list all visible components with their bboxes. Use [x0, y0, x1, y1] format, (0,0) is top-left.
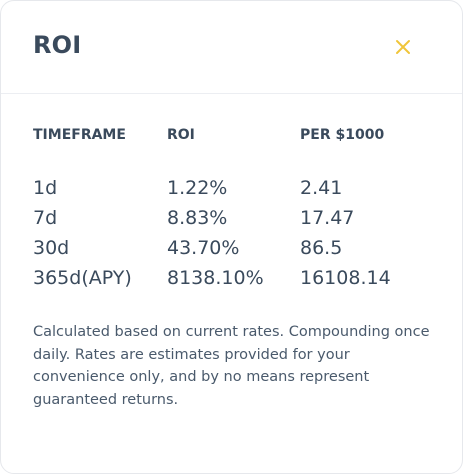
per-1000-cell: 16108.14 — [300, 267, 391, 289]
per-1000-cell: 2.41 — [300, 177, 343, 199]
table-header-row: TIMEFRAME ROI PER $1000 — [33, 125, 433, 175]
timeframe-cell: 1d — [33, 177, 58, 199]
roi-cell: 43.70% — [167, 237, 240, 259]
timeframe-cell: 365d(APY) — [33, 267, 132, 289]
close-button[interactable] — [389, 33, 417, 61]
modal-title: ROI — [33, 31, 82, 59]
roi-modal: ROI TIMEFRAME ROI PER $1000 1d 1.22% 2.4… — [0, 0, 463, 474]
timeframe-cell: 30d — [33, 237, 70, 259]
table-row: 365d(APY) 8138.10% 16108.14 — [33, 265, 433, 295]
roi-disclaimer: Calculated based on current rates. Compo… — [33, 324, 430, 408]
table-row: 30d 43.70% 86.5 — [33, 235, 433, 265]
roi-cell: 1.22% — [167, 177, 228, 199]
roi-cell: 8.83% — [167, 207, 228, 229]
header-per-1000: PER $1000 — [300, 127, 385, 143]
per-1000-cell: 86.5 — [300, 237, 343, 259]
per-1000-cell: 17.47 — [300, 207, 355, 229]
roi-cell: 8138.10% — [167, 267, 264, 289]
table-row: 1d 1.22% 2.41 — [33, 175, 433, 205]
table-row: 7d 8.83% 17.47 — [33, 205, 433, 235]
header-roi: ROI — [167, 127, 195, 143]
close-icon — [396, 40, 410, 54]
header-timeframe: TIMEFRAME — [33, 127, 126, 143]
modal-header: ROI — [1, 1, 462, 94]
roi-table: TIMEFRAME ROI PER $1000 1d 1.22% 2.41 7d… — [33, 125, 433, 295]
timeframe-cell: 7d — [33, 207, 58, 229]
